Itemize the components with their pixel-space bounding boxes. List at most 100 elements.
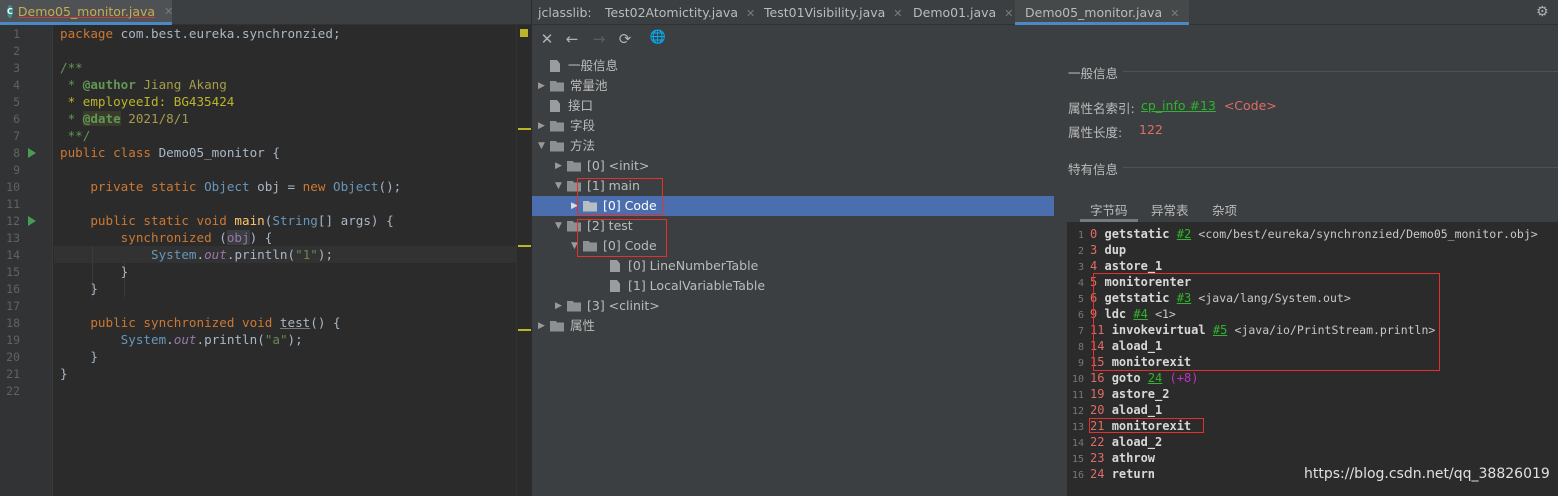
collapse-arrow-icon: ▼ [555, 221, 562, 231]
line-number: 2 [13, 44, 20, 58]
bytecode-offset: 4 [1090, 259, 1098, 273]
file-icon [610, 280, 620, 292]
tab-exception-table[interactable]: 异常表 [1151, 200, 1189, 219]
line-number: 14 [6, 248, 20, 262]
code-line-6: * @date 2021/8/1 [60, 111, 189, 126]
code-line-4: * @author Jiang Akang [60, 77, 227, 92]
tree-node-constant-pool[interactable]: ▶ 常量池 [538, 76, 608, 96]
bytecode-row: 14 22 aload_2 [1067, 434, 1162, 450]
code-line-16: } [90, 281, 98, 296]
error-stripe-mark[interactable] [518, 245, 531, 247]
run-class-icon[interactable] [28, 148, 36, 158]
bytecode-row: 11 19 astore_2 [1067, 386, 1170, 402]
tree-node-fields[interactable]: ▶ 字段 [538, 116, 595, 136]
error-stripe-mark[interactable] [518, 128, 531, 130]
cp-info-link[interactable]: cp_info #13 [1141, 98, 1216, 113]
close-tab-icon: ✕ [1170, 7, 1180, 20]
code-area[interactable]: package com.best.eureka.synchronzied; /*… [54, 25, 516, 496]
bytecode-argument: <com/best/eureka/synchronzied/Demo05_mon… [1198, 227, 1538, 241]
code-line-1: package com.best.eureka.synchronzied; [60, 26, 341, 41]
refresh-icon[interactable]: ⟳ [615, 30, 635, 48]
code-line-5: * employeeId: BG435424 [60, 94, 235, 109]
annotation-box-synchronized-block [1093, 273, 1440, 371]
line-number: 17 [6, 299, 20, 313]
line-number: 5 [13, 95, 20, 109]
editor-scrollbar[interactable] [516, 25, 531, 496]
constant-pool-link[interactable]: #2 [1177, 227, 1191, 241]
bytecode-opcode: astore_2 [1111, 387, 1170, 401]
bytecode-opcode: goto [1111, 371, 1141, 385]
line-number: 11 [6, 197, 20, 211]
close-tab-icon: ✕ [893, 7, 903, 20]
error-stripe-mark[interactable] [518, 329, 531, 331]
tab-bytecode[interactable]: 字节码 [1080, 200, 1138, 222]
expand-arrow-icon: ▶ [555, 301, 562, 311]
tab-misc[interactable]: 杂项 [1212, 200, 1237, 219]
forward-arrow-icon[interactable]: → [589, 30, 609, 48]
bytecode-offset: 0 [1090, 227, 1098, 241]
tab-test01visibility[interactable]: Test01Visibility.java ✕ [764, 0, 903, 25]
line-number: 10 [6, 180, 20, 194]
tab-test02atomictity[interactable]: Test02Atomictity.java ✕ [605, 0, 755, 25]
bytecode-row: 10 16 goto 24 (+8) [1067, 370, 1198, 386]
expand-arrow-icon: ▶ [538, 81, 545, 91]
tree-node-line-number-table[interactable]: [0] LineNumberTable [598, 256, 758, 276]
line-number: 7 [13, 129, 20, 143]
code-line-7: **/ [60, 128, 91, 143]
tree-node-method-clinit[interactable]: ▶ [3] <clinit> [555, 296, 660, 316]
web-icon[interactable]: 🌐 [648, 30, 668, 45]
gear-icon[interactable]: ⚙ [1536, 4, 1549, 20]
tab-demo01[interactable]: Demo01.java ✕ [913, 0, 1013, 25]
line-number: 20 [6, 350, 20, 364]
close-tab-icon: ✕ [1004, 7, 1014, 20]
code-line-12: public static void main(String[] args) { [90, 213, 394, 228]
tree-node-method-init[interactable]: ▶ [0] <init> [555, 156, 649, 176]
close-tab-icon[interactable]: ✕ [164, 5, 173, 18]
bytecode-opcode: aload_1 [1111, 403, 1163, 417]
run-main-icon[interactable] [28, 216, 36, 226]
java-class-icon: C [7, 4, 13, 18]
tree-node-interfaces[interactable]: 接口 [538, 96, 593, 116]
line-number: 22 [6, 384, 20, 398]
code-line-8: public class Demo05_monitor { [60, 145, 280, 160]
expand-arrow-icon: ▶ [555, 161, 562, 171]
jump-target-link[interactable]: 24 [1148, 371, 1162, 385]
code-line-19: System.out.println("a"); [120, 332, 303, 347]
bytecode-row: 15 23 athrow [1067, 450, 1155, 466]
tree-node-attributes[interactable]: ▶ 属性 [538, 316, 595, 336]
close-tab-icon: ✕ [745, 7, 756, 20]
bytecode-offset: 23 [1090, 451, 1105, 465]
line-number: 3 [13, 61, 20, 75]
tab-demo05-monitor[interactable]: Demo05_monitor.java ✕ [1015, 0, 1190, 25]
tree-node-general[interactable]: 一般信息 [538, 56, 618, 76]
line-number: 16 [6, 282, 20, 296]
bytecode-opcode: aload_2 [1111, 435, 1163, 449]
folder-icon [550, 320, 564, 332]
bytecode-row: 23 dup [1067, 242, 1126, 258]
editor-tab-demo05-monitor[interactable]: C Demo05_monitor.java ✕ [0, 0, 173, 25]
collapse-arrow-icon: ▼ [538, 141, 545, 151]
bytecode-opcode: return [1111, 467, 1156, 481]
line-number: 12 [6, 214, 20, 228]
back-arrow-icon[interactable]: ← [562, 30, 582, 48]
folder-icon [550, 80, 564, 92]
tree-node-local-variable-table[interactable]: [1] LocalVariableTable [598, 276, 765, 296]
file-icon [550, 100, 560, 112]
warning-marker-icon[interactable] [520, 29, 528, 37]
code-line-21: } [60, 366, 68, 381]
name-index-value: cp_info #13 <Code> [1141, 98, 1277, 113]
general-info-title: 一般信息 [1068, 66, 1119, 81]
bytecode-opcode: astore_1 [1104, 259, 1163, 273]
attribute-length-value: 122 [1139, 122, 1163, 137]
bytecode-offset: 24 [1090, 467, 1105, 481]
specific-info-title: 特有信息 [1068, 162, 1119, 177]
annotation-box-monitorexit [1089, 418, 1204, 433]
file-icon [550, 60, 560, 72]
bytecode-offset: 16 [1090, 371, 1105, 385]
name-index-label: 属性名索引: [1068, 101, 1135, 116]
bytecode-opcode: getstatic [1104, 227, 1170, 241]
tree-node-methods[interactable]: ▼ 方法 [538, 136, 595, 156]
line-number: 8 [13, 146, 20, 160]
close-icon[interactable]: ✕ [537, 30, 557, 48]
folder-icon [550, 120, 564, 132]
